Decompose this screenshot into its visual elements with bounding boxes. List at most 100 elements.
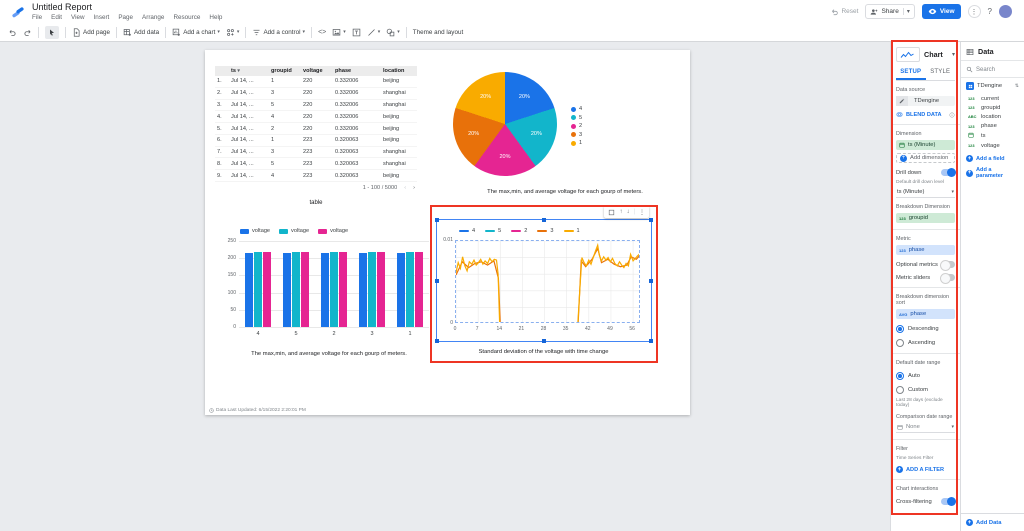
table-row[interactable]: 4.Jul 14, ...42200.332006beijing [215,111,417,123]
add-control-button[interactable]: Add a control▾ [252,28,305,37]
reset-button[interactable]: Reset [831,8,858,16]
add-filter-button[interactable]: + ADD A FILTER [896,466,955,473]
line-chart[interactable]: 45231 0.01 0 0714212835424956 [436,219,652,342]
help-icon[interactable]: ? [988,7,992,16]
share-caret[interactable]: ▾ [903,8,910,15]
drill-level-select[interactable]: ts (Minute) ▾ [896,187,955,198]
theme-layout-button[interactable]: Theme and layout [413,29,463,36]
selection-handle[interactable] [435,218,439,222]
add-page-button[interactable]: Add page [72,28,110,37]
field-voltage[interactable]: 123voltage [961,141,1024,150]
table-row[interactable]: 5.Jul 14, ...22200.332006beijing [215,123,417,135]
redo-button[interactable] [23,28,32,37]
bar[interactable] [301,252,309,327]
report-title[interactable]: Untitled Report [32,2,92,12]
field-groupid[interactable]: 123groupid [961,103,1024,112]
bar[interactable] [321,253,329,327]
sort-ascending-option[interactable]: Ascending [896,339,955,347]
bar-group[interactable] [321,252,348,327]
table-row[interactable]: 2.Jul 14, ...32200.332006shanghai [215,87,417,99]
bar-group[interactable] [283,252,310,327]
table-row[interactable]: 6.Jul 14, ...12230.320063beijing [215,134,417,146]
menu-arrange[interactable]: Arrange [142,14,164,21]
comparison-select[interactable]: None ▾ [896,422,955,433]
move-down-icon[interactable]: ↓ [626,209,629,215]
data-studio-logo-icon[interactable] [10,4,26,20]
bar[interactable] [263,252,271,327]
menu-edit[interactable]: Edit [51,14,62,21]
avatar[interactable] [999,5,1012,18]
bar[interactable] [368,252,376,327]
selection-handle[interactable] [649,339,653,343]
col-header-phase[interactable]: phase [333,66,381,76]
info-icon[interactable] [949,112,955,118]
col-header-groupid[interactable]: groupid [269,66,301,76]
add-field-button[interactable]: + Add a field [961,155,1024,162]
pie-chart[interactable]: 20%20%20%20%20% 45231 The max,min, and a… [445,66,685,198]
bar-group[interactable] [245,252,272,327]
bar[interactable] [397,253,405,327]
table-chart[interactable]: ts ▾groupidvoltagephaselocation 1.Jul 14… [215,66,417,206]
select-tool-button[interactable] [45,26,59,39]
menu-insert[interactable]: Insert [94,14,110,21]
chart-type-caret-icon[interactable]: ▾ [952,51,955,58]
bar[interactable] [292,252,300,327]
table-row[interactable]: 8.Jul 14, ...52230.320063shanghai [215,158,417,170]
bar[interactable] [254,252,262,327]
add-chart-button[interactable]: Add a chart▾ [172,28,220,37]
edit-datasource-icon[interactable] [896,96,908,106]
metric-chip[interactable]: 123 phase [896,245,955,255]
field-location[interactable]: ABClocation [961,112,1024,121]
table-row[interactable]: 1.Jul 14, ...12200.332006beijing [215,76,417,87]
col-header-location[interactable]: location [381,66,417,76]
bar[interactable] [406,252,414,327]
image-button[interactable]: ▾ [332,28,346,37]
bar[interactable] [245,253,253,327]
selection-handle[interactable] [435,279,439,283]
move-up-icon[interactable]: ↑ [619,209,622,215]
chart-type-selector[interactable]: Chart ▾ [896,47,955,62]
bar[interactable] [283,253,291,327]
pie-circle[interactable]: 20%20%20%20%20% [453,72,557,176]
blend-data-button[interactable]: BLEND DATA [896,111,955,118]
tab-setup[interactable]: SETUP [896,69,926,80]
add-parameter-button[interactable]: + Add a parameter [961,167,1024,179]
optional-metrics-toggle[interactable] [941,261,955,268]
tab-style[interactable]: STYLE [926,69,956,80]
bar[interactable] [415,252,423,327]
field-phase[interactable]: 123phase [961,122,1024,131]
report-canvas[interactable]: ts ▾groupidvoltagephaselocation 1.Jul 14… [205,50,690,415]
selection-handle[interactable] [542,218,546,222]
menu-resource[interactable]: Resource [173,14,200,21]
datasource-row[interactable]: TDengine ⇅ [961,78,1024,94]
view-button[interactable]: View [922,4,961,19]
metric-sliders-toggle[interactable] [941,274,955,281]
shape-tool-button[interactable]: ▾ [386,28,400,37]
add-data-button[interactable]: Add data [123,28,159,37]
field-current[interactable]: 123current [961,94,1024,103]
cross-filtering-toggle[interactable] [941,498,955,505]
menu-help[interactable]: Help [209,14,222,21]
more-options-button[interactable]: ⋮ [968,5,981,18]
selection-handle[interactable] [649,279,653,283]
date-auto-option[interactable]: Auto [896,372,955,380]
dimension-chip[interactable]: ts (Minute) [896,140,955,150]
data-source-chip[interactable]: TDengine [896,96,955,106]
menu-page[interactable]: Page [118,14,133,21]
field-ts[interactable]: ts [961,131,1024,141]
text-button[interactable] [352,28,361,37]
selection-handle[interactable] [649,218,653,222]
add-dimension-button[interactable]: + Add dimension [896,153,955,163]
community-viz-button[interactable]: ▾ [226,28,240,37]
date-custom-option[interactable]: Custom [896,386,955,394]
share-button[interactable]: Share ▾ [865,4,914,19]
bar[interactable] [339,252,347,327]
bar[interactable] [359,253,367,327]
col-header-index[interactable] [215,66,229,76]
menu-view[interactable]: View [71,14,85,21]
undo-button[interactable] [8,28,17,37]
table-header[interactable]: ts ▾groupidvoltagephaselocation [215,66,417,76]
table-row[interactable]: 7.Jul 14, ...32230.320063shanghai [215,146,417,158]
selection-handle[interactable] [435,339,439,343]
prev-page-icon[interactable]: ‹ [404,185,406,191]
